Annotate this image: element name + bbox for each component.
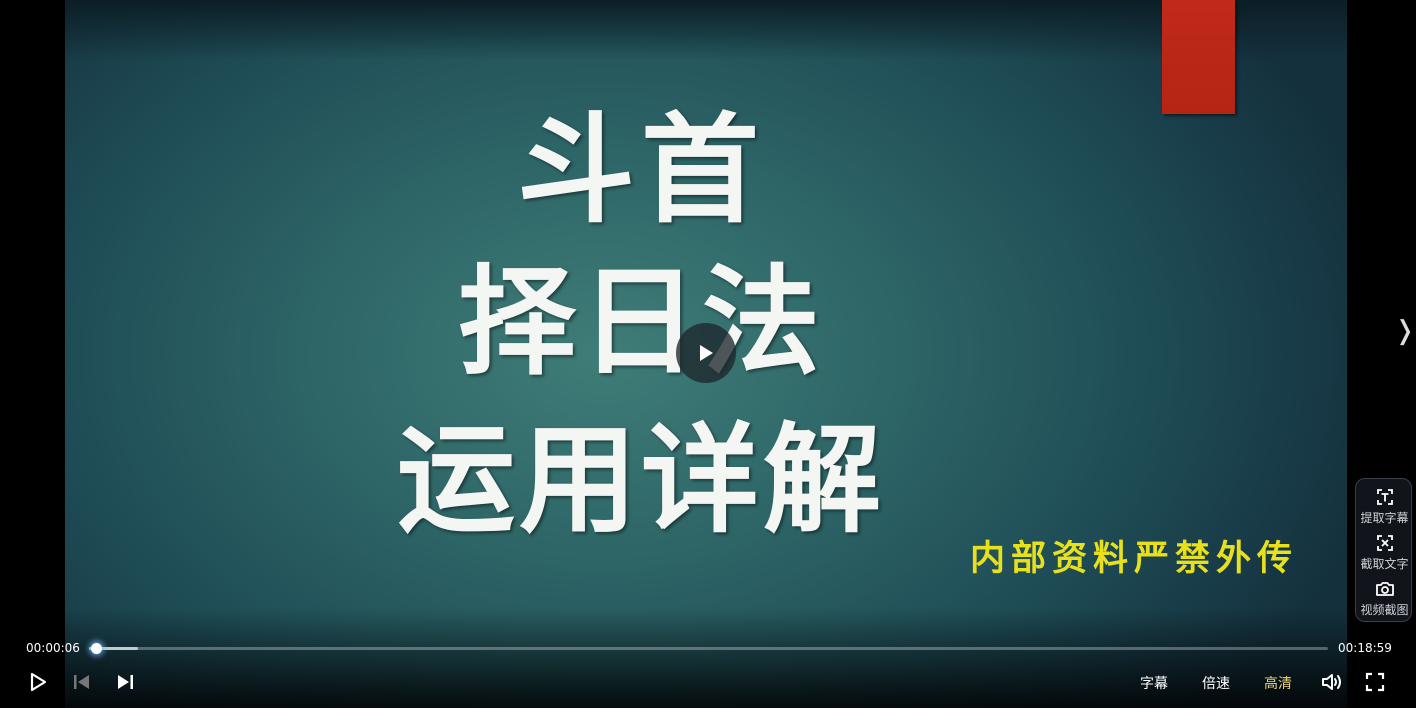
fullscreen-button[interactable] (1364, 671, 1386, 697)
speed-button[interactable]: 倍速 (1202, 673, 1230, 693)
total-time: 00:18:59 (1338, 641, 1392, 655)
skip-next-icon (118, 675, 133, 689)
extract-subtitle-button[interactable]: 提取字幕 (1356, 486, 1413, 526)
current-time: 00:00:06 (26, 641, 80, 655)
play-icon (30, 672, 47, 692)
volume-button[interactable] (1320, 671, 1344, 697)
volume-icon (1322, 674, 1341, 690)
camera-icon (1375, 582, 1394, 596)
side-tools-panel: 提取字幕 截取文字 视频截图 (1355, 478, 1412, 622)
extract-subtitle-label: 提取字幕 (1360, 511, 1409, 525)
text-capture-icon (1376, 535, 1393, 551)
progress-bar[interactable] (89, 643, 1328, 654)
play-icon (700, 345, 713, 361)
previous-button[interactable] (72, 672, 92, 696)
video-screenshot-label: 视频截图 (1360, 603, 1409, 617)
center-play-button[interactable] (676, 323, 736, 383)
next-button[interactable] (115, 672, 135, 696)
play-button[interactable] (28, 671, 48, 697)
fullscreen-icon (1365, 672, 1385, 692)
subtitle-button[interactable]: 字幕 (1140, 673, 1168, 693)
text-extract-icon (1376, 489, 1393, 505)
progress-handle[interactable] (90, 643, 102, 654)
video-title-line-2: 择日法 (457, 252, 824, 391)
video-notice-text: 内部资料严禁外传 (970, 539, 1299, 579)
skip-previous-icon (74, 675, 89, 689)
video-title-line-1: 斗首 (516, 100, 765, 239)
quality-button[interactable]: 高清 (1264, 673, 1292, 693)
capture-text-label: 截取文字 (1360, 557, 1409, 571)
next-panel-arrow-icon[interactable]: ❭ (1394, 318, 1416, 344)
capture-text-button[interactable]: 截取文字 (1356, 532, 1413, 572)
video-screenshot-button[interactable]: 视频截图 (1356, 578, 1413, 618)
